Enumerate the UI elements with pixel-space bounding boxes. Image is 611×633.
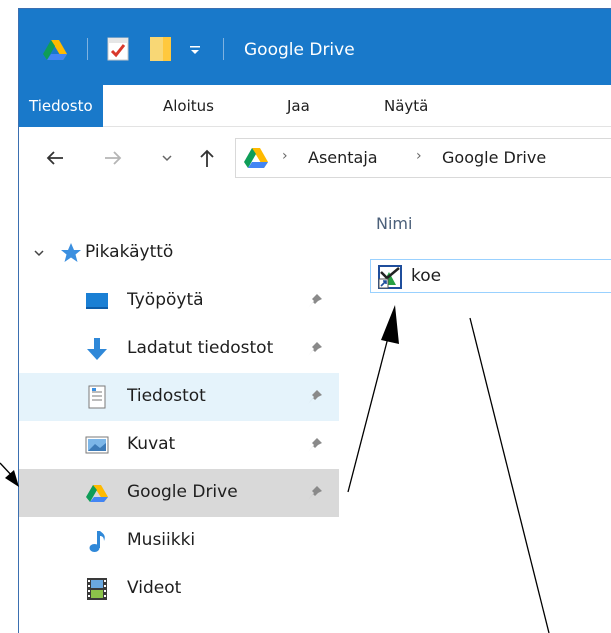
file-explorer-window: Google Drive Tiedosto Aloitus Jaa Näytä bbox=[18, 8, 611, 633]
ribbon: Tiedosto Aloitus Jaa Näytä bbox=[19, 85, 611, 127]
up-button[interactable] bbox=[195, 143, 219, 173]
desktop-icon bbox=[86, 293, 108, 309]
forward-button[interactable] bbox=[101, 143, 125, 173]
title-bar: Google Drive bbox=[19, 9, 611, 85]
tab-jaa[interactable]: Jaa bbox=[287, 94, 310, 118]
pin-icon[interactable] bbox=[306, 340, 324, 358]
back-arrow-icon bbox=[46, 151, 63, 165]
recent-locations-button[interactable] bbox=[159, 143, 175, 173]
sidebar-item-label: Työpöytä bbox=[127, 290, 204, 310]
breadcrumb-google-drive[interactable]: Google Drive bbox=[442, 148, 546, 167]
sidebar-item-label: Videot bbox=[127, 578, 182, 598]
window-title: Google Drive bbox=[244, 40, 355, 60]
google-drive-icon bbox=[244, 148, 268, 168]
sidebar-item-label: Tiedostot bbox=[127, 386, 206, 406]
customize-dropdown-icon[interactable] bbox=[189, 44, 201, 56]
sidebar-item-label: Musiikki bbox=[127, 530, 196, 550]
sidebar-item-ladatut-tiedostot[interactable]: Ladatut tiedostot bbox=[19, 325, 339, 373]
address-box[interactable]: › Asentaja › Google Drive bbox=[235, 138, 611, 178]
tab-aloitus[interactable]: Aloitus bbox=[163, 94, 214, 118]
sidebar-item-tiedostot[interactable]: Tiedostot bbox=[19, 373, 339, 421]
back-button[interactable] bbox=[43, 143, 67, 173]
chevron-down-icon[interactable] bbox=[33, 247, 45, 259]
pin-icon[interactable] bbox=[306, 484, 324, 502]
sidebar-item-kuvat[interactable]: Kuvat bbox=[19, 421, 339, 469]
pin-icon[interactable] bbox=[306, 292, 324, 310]
film-icon bbox=[87, 578, 107, 600]
tab-nayta[interactable]: Näytä bbox=[384, 94, 428, 118]
sidebar-item-label: Pikakäyttö bbox=[85, 242, 174, 262]
breadcrumb-chevron-icon[interactable]: › bbox=[416, 148, 422, 164]
sidebar-item-videot[interactable]: Videot bbox=[19, 565, 339, 613]
file-row-koe[interactable]: koe bbox=[370, 259, 611, 293]
download-arrow-icon bbox=[87, 338, 107, 360]
annotation-arrow-left bbox=[0, 462, 15, 479]
sidebar-item-musiikki[interactable]: Musiikki bbox=[19, 517, 339, 565]
column-header-name[interactable]: Nimi bbox=[376, 214, 412, 233]
titlebar-separator bbox=[87, 38, 88, 60]
up-arrow-icon bbox=[200, 149, 214, 167]
file-list-pane: Nimi koe bbox=[339, 190, 611, 633]
pin-icon[interactable] bbox=[306, 436, 324, 454]
tab-tiedosto[interactable]: Tiedosto bbox=[19, 85, 103, 127]
pin-icon[interactable] bbox=[306, 388, 324, 406]
sidebar-item-label: Kuvat bbox=[127, 434, 176, 454]
breadcrumb-chevron-icon[interactable]: › bbox=[282, 148, 288, 164]
titlebar-separator bbox=[223, 38, 224, 60]
chevron-down-icon bbox=[162, 155, 172, 162]
sidebar-item-google-drive[interactable]: Google Drive bbox=[19, 469, 339, 517]
file-name: koe bbox=[411, 266, 442, 286]
properties-check-icon[interactable] bbox=[107, 37, 129, 61]
navigation-bar: › Asentaja › Google Drive bbox=[19, 127, 611, 190]
sidebar-item-label: Google Drive bbox=[127, 482, 238, 502]
star-icon bbox=[61, 243, 81, 262]
sidebar-item-quick-access[interactable]: Pikakäyttö bbox=[19, 229, 339, 277]
pictures-icon bbox=[85, 436, 109, 454]
google-drive-icon bbox=[43, 40, 67, 60]
music-note-icon bbox=[89, 531, 105, 552]
breadcrumb-asentaja[interactable]: Asentaja bbox=[308, 148, 378, 167]
screenshot-stage: Google Drive Tiedosto Aloitus Jaa Näytä bbox=[0, 0, 611, 633]
shortcut-file-icon bbox=[378, 265, 402, 289]
navigation-pane: Pikakäyttö Työpöytä Ladatut tiedostot Ti… bbox=[19, 190, 339, 633]
folder-icon[interactable] bbox=[149, 36, 173, 62]
google-drive-icon bbox=[86, 485, 108, 502]
annotation-arrowhead-left bbox=[5, 470, 19, 487]
sidebar-item-label: Ladatut tiedostot bbox=[127, 338, 274, 358]
document-icon bbox=[88, 385, 106, 409]
forward-arrow-icon bbox=[105, 151, 122, 165]
sidebar-item-tyopoyta[interactable]: Työpöytä bbox=[19, 277, 339, 325]
